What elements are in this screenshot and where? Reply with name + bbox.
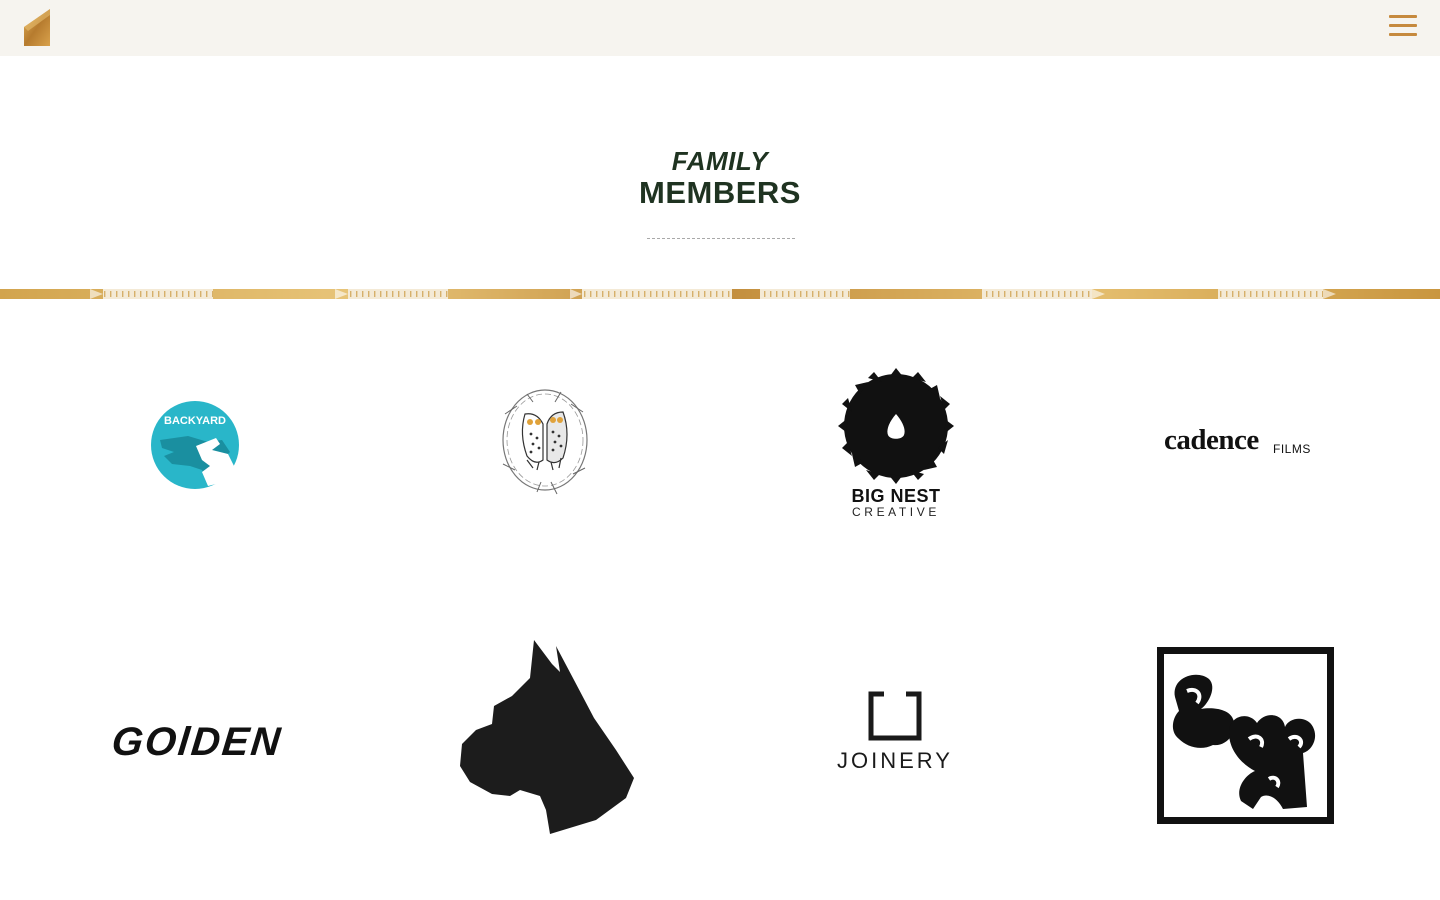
member-logo-bignest[interactable]: BIG NEST CREATIVE — [836, 366, 956, 520]
gold-decorative-band — [0, 286, 1440, 299]
member-logo-golden[interactable]: GOlDEN — [108, 712, 286, 774]
backyard-text: BACKYARD — [164, 415, 226, 427]
joinery-bracket-icon — [868, 690, 922, 741]
heading-kicker: FAMILY — [671, 146, 769, 176]
top-bar — [0, 0, 1440, 56]
joinery-word: JOINERY — [837, 748, 953, 773]
heading-divider — [647, 238, 795, 239]
menu-button[interactable] — [1386, 12, 1420, 42]
cadence-suffix: FILMS — [1273, 442, 1311, 456]
bignest-line1: BIG NEST — [851, 486, 941, 506]
section-heading: FAMILY MEMBERS — [0, 146, 1440, 210]
menu-bar — [1389, 15, 1417, 18]
member-logo-bombed[interactable] — [1157, 647, 1334, 824]
golden-word: GOlDEN — [109, 720, 285, 764]
owls-nest-icon — [502, 389, 588, 495]
graffiti-box-icon — [1157, 647, 1334, 824]
member-logo-cadence[interactable]: cadence FILMS — [1160, 422, 1330, 462]
boxer-dog-head-icon — [460, 640, 634, 834]
menu-bar — [1389, 24, 1417, 27]
sawblade-egg-icon — [838, 368, 954, 484]
heading-title: MEMBERS — [639, 175, 801, 210]
member-logo-boxer[interactable] — [456, 638, 636, 834]
cadence-word: cadence — [1164, 424, 1259, 456]
member-logo-joinery[interactable]: JOINERY — [826, 690, 964, 782]
member-logo-owls[interactable] — [497, 384, 593, 498]
home-logo-icon[interactable] — [22, 9, 52, 47]
menu-bar — [1389, 33, 1417, 36]
member-logo-backyard[interactable]: BACKYARD — [150, 400, 240, 490]
bignest-line2: CREATIVE — [852, 505, 940, 519]
